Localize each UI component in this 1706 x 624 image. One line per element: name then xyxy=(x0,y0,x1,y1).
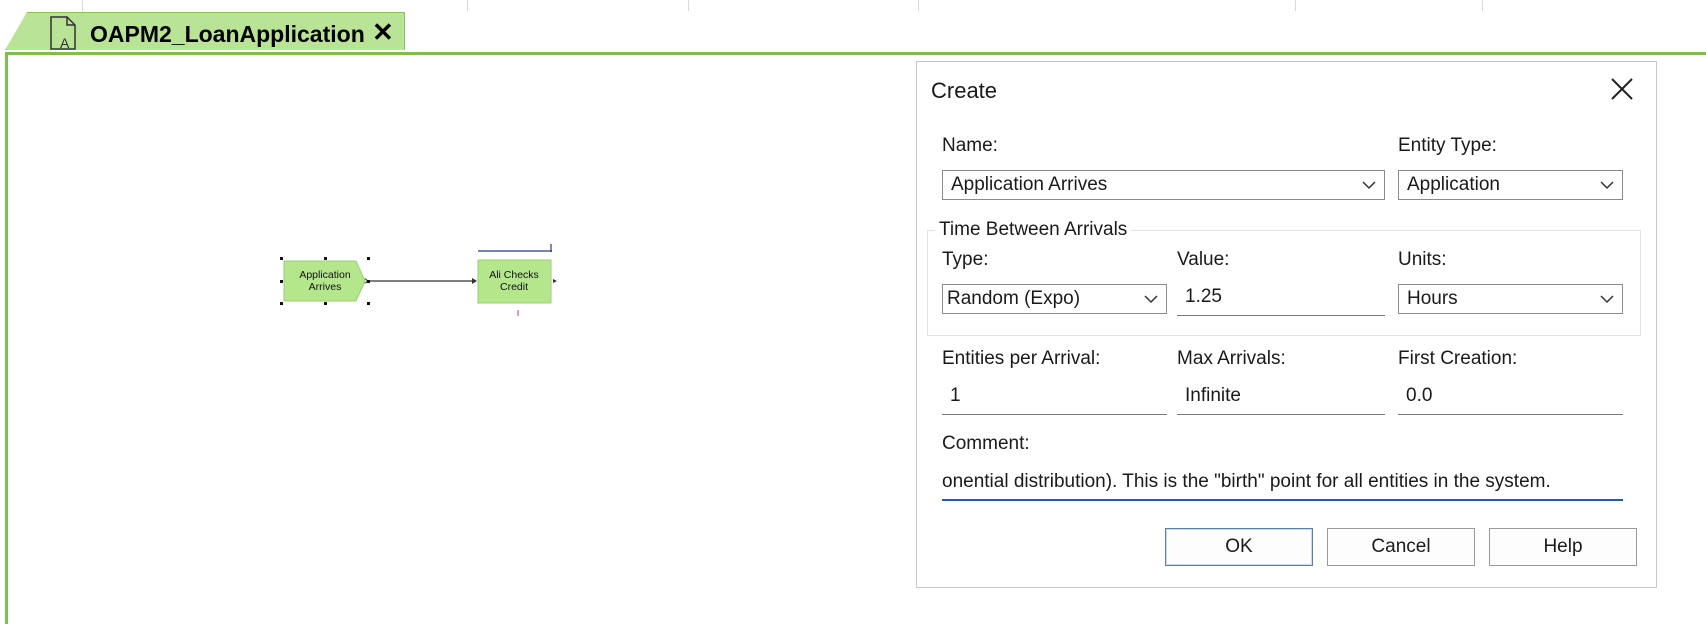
document-tab-bar: A OAPM2_LoanApplication ✕ xyxy=(0,12,1706,52)
first-creation-value: 0.0 xyxy=(1406,385,1433,406)
ok-button[interactable]: OK xyxy=(1165,528,1313,566)
entities-per-arrival-input[interactable]: 1 xyxy=(942,379,1167,415)
comment-value: onential distribution). This is the "bir… xyxy=(942,471,1551,492)
units-label: Units: xyxy=(1398,249,1447,270)
max-arrivals-value: Infinite xyxy=(1185,385,1241,406)
ribbon-divider xyxy=(688,0,689,11)
value-input[interactable]: 1.25 xyxy=(1177,280,1385,316)
ribbon-divider xyxy=(1295,0,1296,11)
ribbon-divider xyxy=(1482,0,1483,11)
flowchart-drawing: Application Arrives Ali Checks Credit xyxy=(280,244,557,316)
module-application-arrives[interactable]: Application Arrives xyxy=(280,257,370,305)
first-creation-input[interactable]: 0.0 xyxy=(1398,379,1623,415)
max-arrivals-input[interactable]: Infinite xyxy=(1177,379,1385,415)
create-dialog: Create Name: Application Arrives Entity … xyxy=(916,61,1657,588)
comment-label: Comment: xyxy=(942,433,1030,454)
entity-type-dropdown[interactable]: Application xyxy=(1398,170,1623,200)
connector-arrowhead xyxy=(472,278,477,284)
time-between-arrivals-title: Time Between Arrivals xyxy=(935,219,1132,241)
name-dropdown[interactable]: Application Arrives xyxy=(942,170,1385,200)
document-tab-title: OAPM2_LoanApplication xyxy=(90,21,365,47)
name-value: Application Arrives xyxy=(951,174,1108,195)
ribbon-divider xyxy=(82,0,83,11)
chevron-down-icon xyxy=(1144,295,1158,304)
entity-type-value: Application xyxy=(1407,174,1500,195)
dialog-title: Create xyxy=(931,78,998,103)
name-label: Name: xyxy=(942,135,998,156)
close-tab-icon[interactable]: ✕ xyxy=(372,19,394,45)
units-value: Hours xyxy=(1407,288,1458,309)
ribbon-divider xyxy=(467,0,468,11)
help-button[interactable]: Help xyxy=(1489,528,1637,566)
model-document-icon: A xyxy=(50,16,76,50)
type-label: Type: xyxy=(942,249,989,270)
module-label-line2: Credit xyxy=(500,281,528,293)
value-input-text: 1.25 xyxy=(1185,286,1222,307)
chevron-down-icon xyxy=(1600,181,1614,190)
chevron-down-icon xyxy=(1362,181,1376,190)
ribbon-divider xyxy=(918,0,919,11)
module-label-line2: Arrives xyxy=(309,281,342,293)
type-value: Random (Expo) xyxy=(947,288,1081,309)
module-label-line1: Ali Checks xyxy=(489,269,539,281)
comment-input[interactable]: onential distribution). This is the "bir… xyxy=(942,465,1623,501)
units-dropdown[interactable]: Hours xyxy=(1398,284,1623,314)
module-label-line1: Application xyxy=(299,269,351,281)
module-ali-checks-credit[interactable]: Ali Checks Credit xyxy=(477,244,557,316)
entity-type-label: Entity Type: xyxy=(1398,135,1497,156)
entities-per-arrival-label: Entities per Arrival: xyxy=(942,348,1101,369)
cancel-button[interactable]: Cancel xyxy=(1327,528,1475,566)
svg-text:A: A xyxy=(60,35,70,50)
first-creation-label: First Creation: xyxy=(1398,348,1518,369)
type-dropdown[interactable]: Random (Expo) xyxy=(942,284,1167,314)
max-arrivals-label: Max Arrivals: xyxy=(1177,348,1286,369)
entities-per-arrival-value: 1 xyxy=(950,385,961,406)
chevron-down-icon xyxy=(1600,295,1614,304)
value-label: Value: xyxy=(1177,249,1230,270)
close-icon[interactable] xyxy=(1609,76,1635,102)
